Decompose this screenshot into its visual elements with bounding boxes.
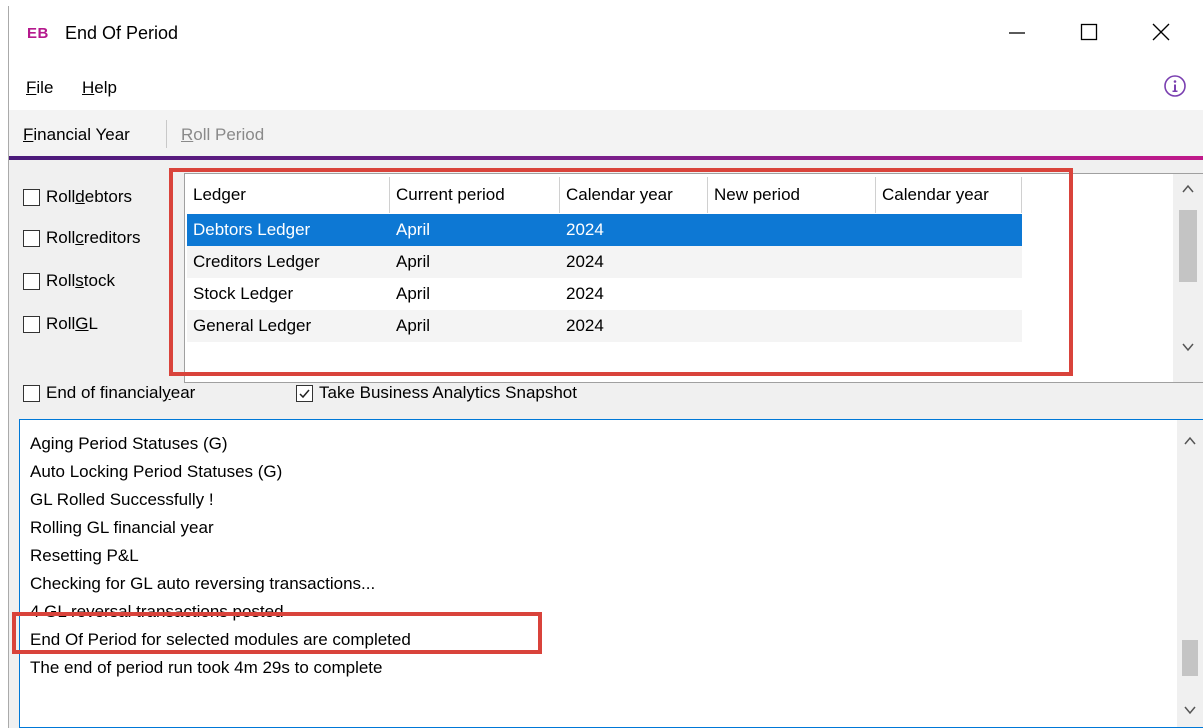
log-lines: Aging Period Statuses (G) Auto Locking P… — [30, 430, 411, 682]
checkbox-box — [23, 188, 40, 206]
column-header-new-calendar-year[interactable]: Calendar year — [876, 177, 1022, 213]
log-line: Checking for GL auto reversing transacti… — [30, 574, 376, 593]
new-period-cell — [708, 246, 876, 278]
log-line: Resetting P&L — [30, 546, 139, 565]
financial-year-button[interactable]: Financial Year — [23, 125, 130, 145]
take-snapshot-checkbox[interactable]: Take Business Analytics Snapshot — [296, 383, 577, 403]
current-period-cell: April — [396, 284, 431, 303]
accent-divider — [9, 156, 1203, 160]
log-line: Aging Period Statuses (G) — [30, 434, 228, 453]
calendar-year-cell: 2024 — [566, 252, 604, 271]
column-header-ledger[interactable]: Ledger — [187, 177, 390, 213]
log-line: GL Rolled Successfully ! — [30, 490, 214, 509]
ledger-grid[interactable]: Ledger Current period Calendar year New … — [184, 173, 1203, 383]
ledger-row-general[interactable]: General Ledger April 2024 — [187, 310, 1022, 342]
current-period-cell: April — [396, 252, 431, 271]
roll-creditors-checkbox[interactable]: Roll c reditors — [23, 228, 140, 248]
ledger-grid-body: Debtors Ledger April 2024 Creditors Ledg… — [187, 214, 1022, 342]
checkbox-box — [23, 384, 40, 402]
minimize-icon — [1009, 32, 1025, 34]
log-line: Auto Locking Period Statuses (G) — [30, 462, 283, 481]
log-line: The end of period run took 4m 29s to com… — [30, 658, 383, 677]
column-header-current-period[interactable]: Current period — [390, 177, 560, 213]
current-period-cell: April — [396, 220, 431, 239]
new-calendar-year-cell — [876, 278, 1022, 310]
ledger-name-cell: Creditors Ledger — [193, 252, 320, 271]
checkbox-box — [296, 384, 313, 402]
column-header-calendar-year[interactable]: Calendar year — [560, 177, 708, 213]
calendar-year-cell: 2024 — [566, 284, 604, 303]
new-period-cell — [708, 310, 876, 342]
log-output[interactable]: Aging Period Statuses (G) Auto Locking P… — [19, 419, 1203, 728]
end-of-period-window: EB End Of Period File Help Financial Yea… — [8, 6, 1203, 728]
ledger-name-cell: Debtors Ledger — [193, 220, 311, 239]
roll-period-button[interactable]: Roll Period — [181, 125, 264, 145]
ledger-row-stock[interactable]: Stock Ledger April 2024 — [187, 278, 1022, 310]
calendar-year-cell: 2024 — [566, 316, 604, 335]
ledger-grid-scrollbar[interactable] — [1173, 174, 1203, 382]
ledger-name-cell: General Ledger — [193, 316, 312, 335]
chevron-down-icon[interactable] — [1183, 703, 1197, 717]
roll-gl-checkbox[interactable]: Roll GL — [23, 314, 98, 334]
close-button[interactable] — [1133, 6, 1189, 58]
chevron-down-icon[interactable] — [1181, 340, 1195, 354]
maximize-icon — [1080, 23, 1098, 41]
menu-bar: File Help — [9, 58, 1203, 110]
new-period-cell — [708, 278, 876, 310]
close-icon — [1152, 23, 1170, 41]
maximize-button[interactable] — [1061, 6, 1117, 58]
app-badge-icon: EB — [27, 25, 49, 42]
roll-debtors-checkbox[interactable]: Roll d ebtors — [23, 187, 132, 207]
log-line: Rolling GL financial year — [30, 518, 214, 537]
ledger-name-cell: Stock Ledger — [193, 284, 294, 303]
ledger-row-creditors[interactable]: Creditors Ledger April 2024 — [187, 246, 1022, 278]
ledger-grid-scroll-thumb[interactable] — [1179, 210, 1197, 282]
end-of-financial-year-checkbox[interactable]: End of financial y ear — [23, 383, 195, 403]
menu-help[interactable]: Help — [82, 78, 117, 98]
title-bar: EB End Of Period — [9, 6, 1203, 58]
log-line: End Of Period for selected modules are c… — [30, 630, 411, 649]
chevron-up-icon[interactable] — [1181, 182, 1195, 196]
info-icon[interactable] — [1163, 74, 1187, 98]
toolbar-separator — [166, 120, 167, 148]
ledger-row-debtors[interactable]: Debtors Ledger April 2024 — [187, 214, 1022, 246]
ledger-grid-header: Ledger Current period Calendar year New … — [187, 177, 1022, 213]
toolbar: Financial Year Roll Period — [9, 110, 1203, 156]
log-scroll-thumb[interactable] — [1182, 640, 1198, 676]
current-period-cell: April — [396, 316, 431, 335]
log-scrollbar[interactable] — [1177, 420, 1203, 727]
new-calendar-year-cell — [876, 310, 1022, 342]
new-calendar-year-cell — [876, 214, 1022, 246]
minimize-button[interactable] — [989, 6, 1045, 58]
column-header-new-period[interactable]: New period — [708, 177, 876, 213]
new-calendar-year-cell — [876, 246, 1022, 278]
calendar-year-cell: 2024 — [566, 220, 604, 239]
checkbox-box — [23, 229, 40, 247]
checkmark-icon — [299, 389, 310, 398]
window-title: End Of Period — [65, 23, 179, 43]
log-line: 4 GL reversal transactions posted — [30, 602, 284, 621]
new-period-cell — [708, 214, 876, 246]
checkbox-box — [23, 272, 40, 290]
menu-file[interactable]: File — [26, 78, 53, 98]
roll-stock-checkbox[interactable]: Roll s tock — [23, 271, 115, 291]
checkbox-box — [23, 315, 40, 333]
chevron-up-icon[interactable] — [1183, 434, 1197, 448]
